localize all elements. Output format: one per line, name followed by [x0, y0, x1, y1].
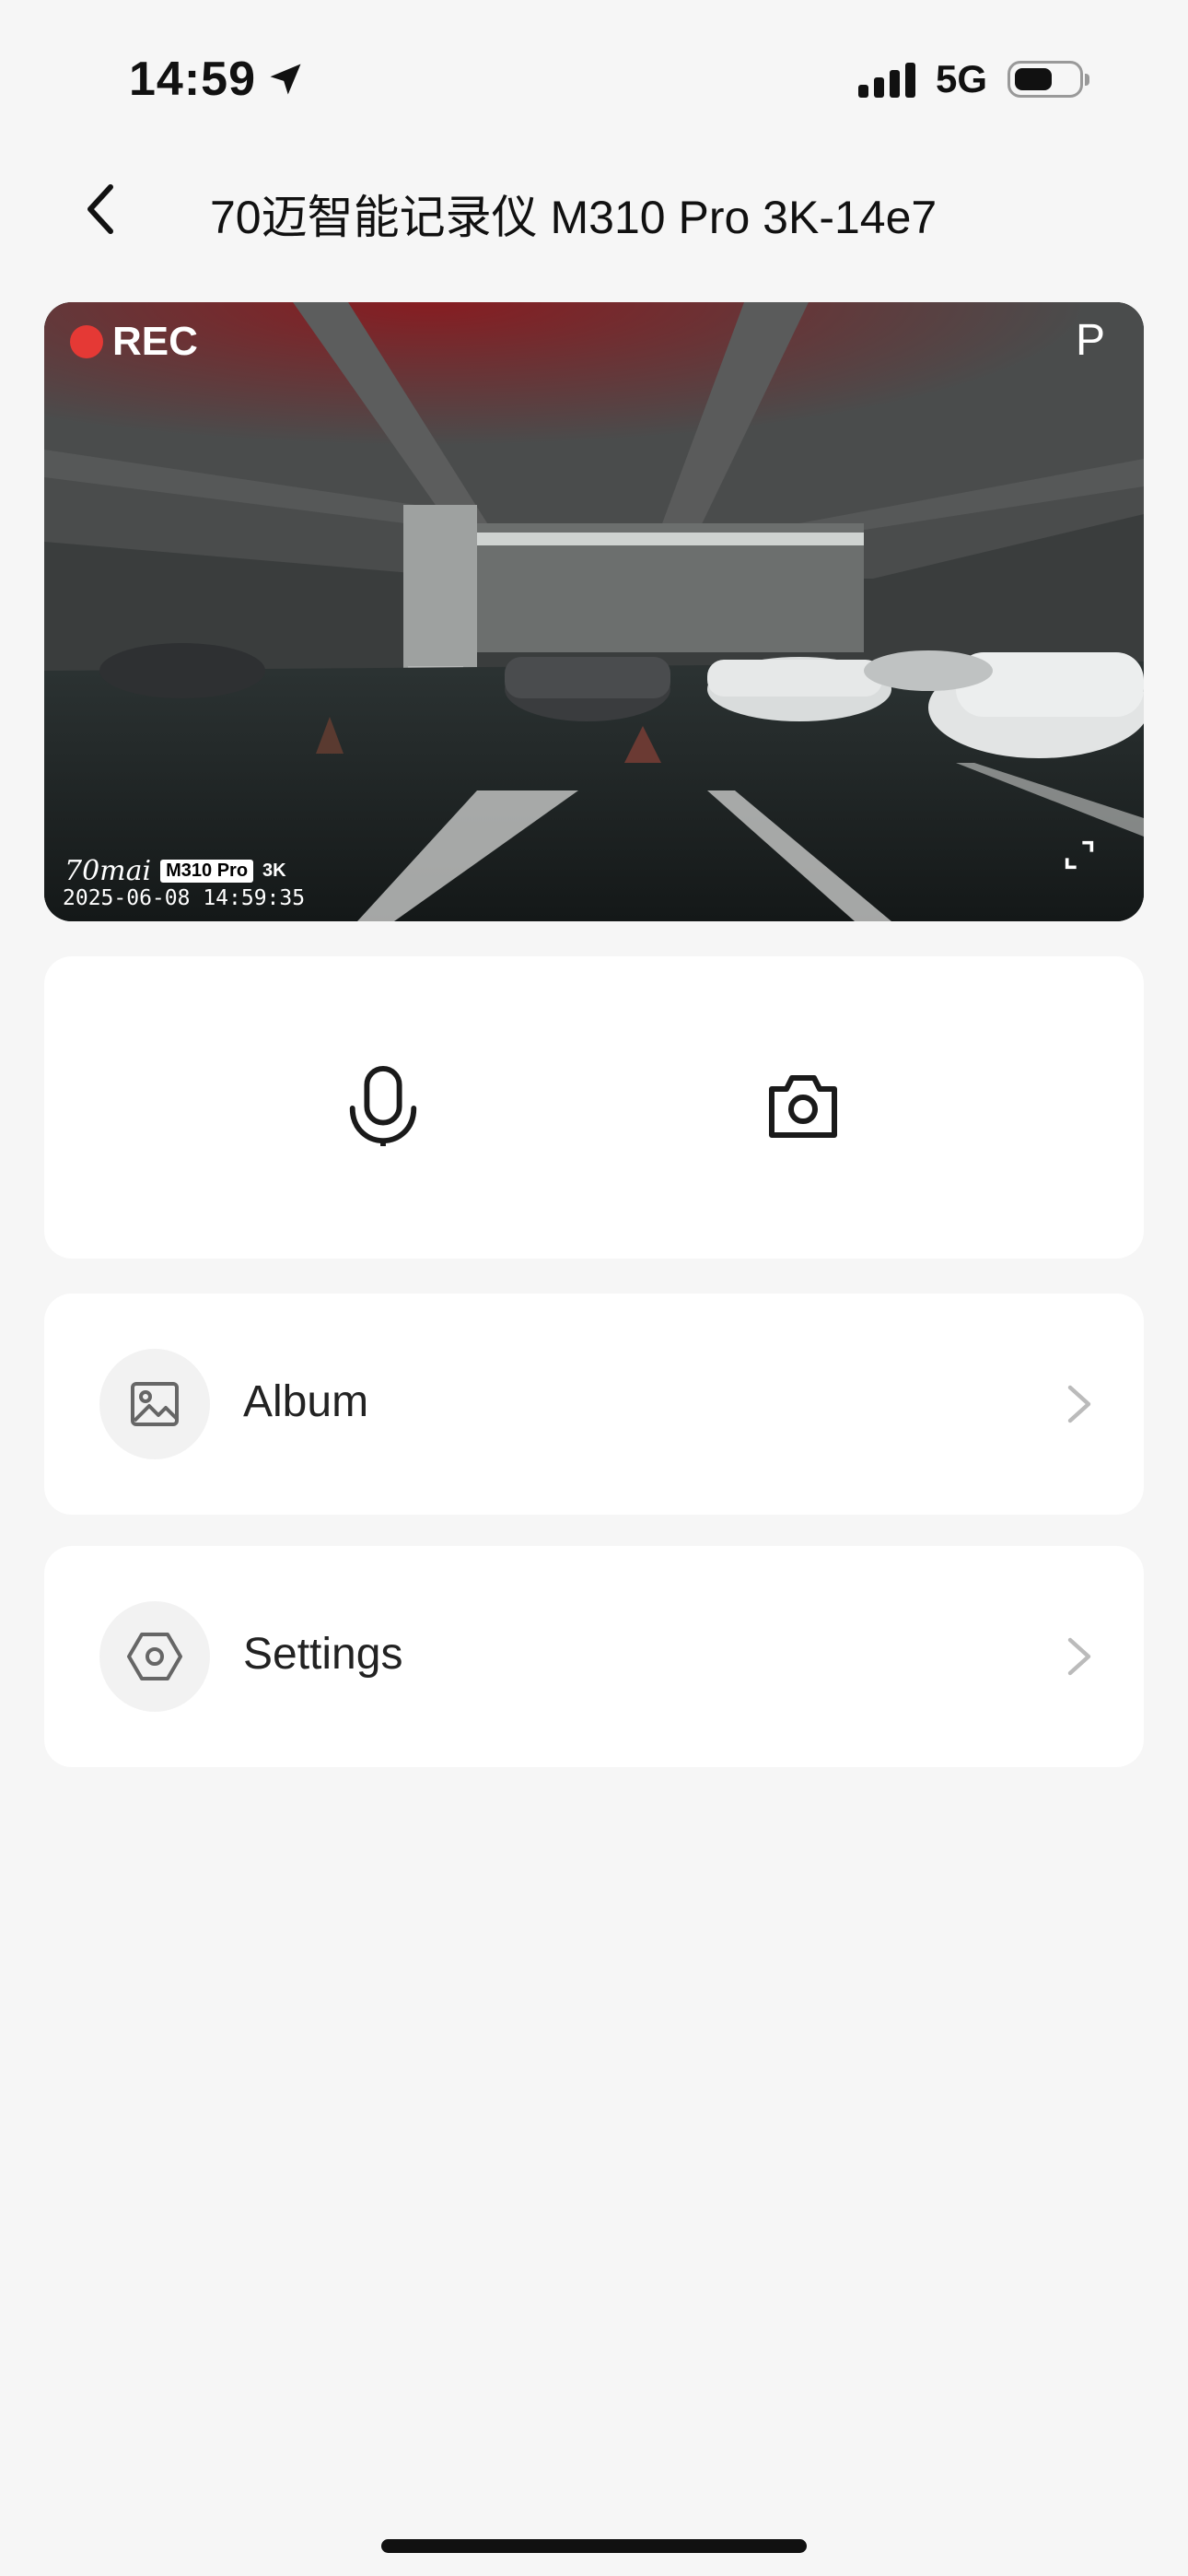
status-indicators: 5G [857, 57, 1089, 101]
expand-icon[interactable] [1061, 837, 1098, 873]
parking-mode-indicator: P [1075, 316, 1105, 365]
video-timestamp: 2025-06-08 14:59:35 [63, 886, 306, 910]
model-badge: M310 Pro [160, 860, 254, 883]
video-watermark: 70mai M310 Pro 3K [64, 855, 286, 887]
settings-row[interactable]: Settings [44, 1546, 1144, 1767]
live-video-preview[interactable]: REC P 70mai M310 Pro 3K 2025-06-08 14:59… [44, 302, 1144, 921]
nav-bar: 70迈智能记录仪 M310 Pro 3K-14e7 [0, 157, 1188, 263]
microphone-icon[interactable] [346, 1065, 420, 1148]
record-dot-icon [70, 325, 103, 358]
brand-logo: 70mai [64, 855, 152, 887]
recording-indicator: REC [70, 319, 198, 365]
hexagon-gear-icon [127, 1633, 182, 1680]
status-bar: 14:59 5G [0, 0, 1188, 157]
network-type: 5G [935, 57, 987, 100]
back-button[interactable] [72, 177, 127, 241]
home-indicator[interactable] [381, 2539, 807, 2553]
album-row[interactable]: Album [44, 1294, 1144, 1515]
settings-label: Settings [243, 1630, 403, 1679]
album-icon-wrap [99, 1349, 210, 1459]
cellular-signal-icon [857, 61, 915, 98]
status-time-text: 14:59 [129, 53, 256, 106]
chevron-right-icon [1067, 1637, 1091, 1676]
controls-card [44, 956, 1144, 1259]
resolution-badge: 3K [262, 861, 286, 881]
page-title: 70迈智能记录仪 M310 Pro 3K-14e7 [210, 192, 938, 243]
location-arrow-icon [270, 64, 301, 95]
settings-icon-wrap [99, 1601, 210, 1712]
album-label: Album [243, 1377, 369, 1426]
image-icon [131, 1382, 179, 1426]
chevron-left-icon [87, 184, 113, 234]
camera-icon[interactable] [766, 1071, 840, 1141]
rec-label: REC [112, 319, 198, 364]
chevron-right-icon [1067, 1385, 1091, 1423]
status-time: 14:59 [129, 52, 306, 107]
battery-icon [1007, 61, 1089, 98]
camera-feed-image [44, 302, 1144, 921]
